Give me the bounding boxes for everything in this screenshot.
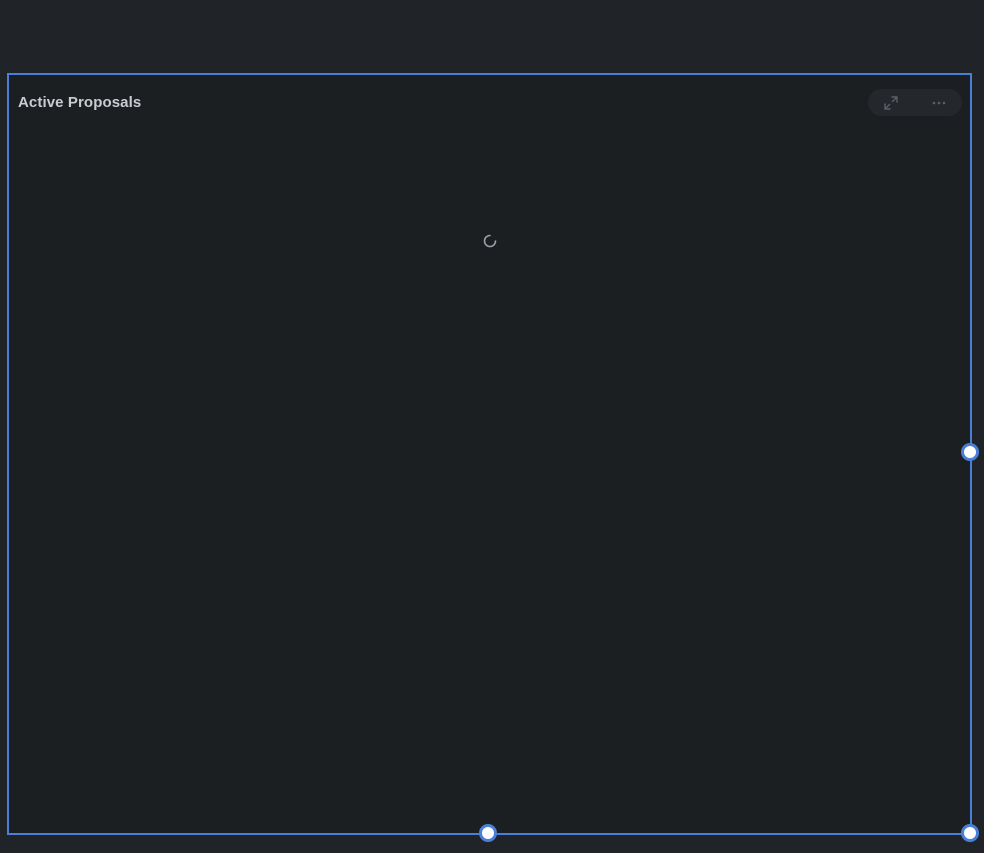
loading-spinner-icon [483, 234, 497, 248]
dashboard-canvas: Active Proposals [0, 0, 984, 853]
resize-handle-bottom-right[interactable] [961, 824, 979, 842]
resize-handle-right[interactable] [961, 443, 979, 461]
widget-toolbar [868, 89, 962, 116]
expand-button[interactable] [880, 92, 902, 114]
widget-title: Active Proposals [18, 94, 142, 111]
active-proposals-widget[interactable]: Active Proposals [7, 73, 972, 835]
resize-handle-bottom[interactable] [479, 824, 497, 842]
more-options-button[interactable] [928, 92, 950, 114]
expand-icon [884, 95, 898, 110]
more-options-icon [932, 101, 946, 104]
